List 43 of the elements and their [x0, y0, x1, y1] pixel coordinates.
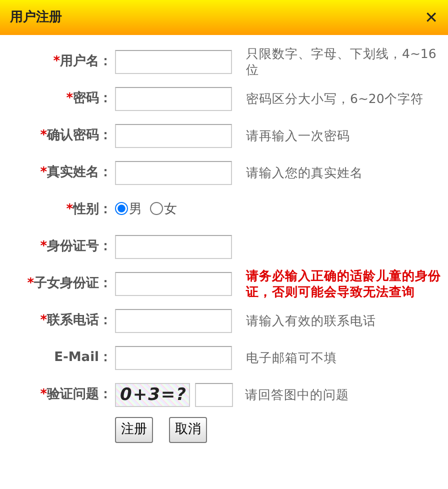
- required-mark: *: [53, 52, 60, 71]
- radio-option[interactable]: 男: [115, 200, 142, 220]
- warning-text: 请务必输入正确的适龄儿童的身份证，否则可能会导致无法查询: [246, 268, 442, 300]
- field-label: 性别：: [73, 200, 112, 219]
- hint-text: 电子邮箱可不填: [246, 350, 338, 366]
- field-label: 验证问题：: [47, 386, 112, 404]
- answer-field[interactable]: [195, 382, 233, 406]
- input-field[interactable]: [115, 160, 232, 184]
- register-button[interactable]: 注册: [115, 417, 153, 442]
- field-label: E-Mail：: [54, 348, 112, 367]
- hint-text: 请输入您的真实姓名: [246, 164, 364, 180]
- field-label: 真实姓名：: [47, 164, 112, 182]
- input-field[interactable]: [115, 308, 232, 332]
- field-label: 用户名：: [60, 52, 112, 71]
- radio-option[interactable]: 女: [150, 200, 177, 220]
- hint-text: 密码区分大小写，6~20个字符: [246, 90, 424, 106]
- hint-text: 请输入有效的联系电话: [246, 312, 377, 328]
- input-field[interactable]: [115, 234, 232, 258]
- captcha-image: 0+3=?: [115, 382, 190, 406]
- required-mark: *: [40, 386, 47, 404]
- cancel-button[interactable]: 取消: [169, 417, 207, 442]
- required-mark: *: [66, 90, 73, 108]
- required-mark: *: [27, 274, 34, 293]
- required-mark: *: [40, 126, 47, 145]
- required-mark: *: [66, 200, 73, 219]
- field-label: 密码：: [73, 90, 112, 108]
- required-mark: *: [40, 238, 47, 256]
- input-field[interactable]: [115, 86, 232, 110]
- field-label: 身份证号：: [47, 238, 112, 256]
- hint-text: 只限数字、字母、下划线，4~16位: [246, 46, 438, 78]
- window-title: 用户注册: [10, 8, 62, 27]
- hint-text: 请回答图中的问题: [245, 386, 350, 402]
- required-mark: *: [40, 312, 47, 330]
- field-label: 联系电话：: [47, 312, 112, 330]
- close-button[interactable]: ✕: [424, 10, 438, 26]
- hint-text: 请再输入一次密码: [246, 128, 351, 144]
- input-field[interactable]: [115, 50, 232, 74]
- input-field[interactable]: [115, 124, 232, 148]
- field-label: 确认密码：: [47, 126, 112, 145]
- input-field[interactable]: [115, 346, 232, 370]
- input-field[interactable]: [115, 272, 232, 296]
- field-label: 子女身份证：: [34, 274, 112, 293]
- required-mark: *: [40, 164, 47, 182]
